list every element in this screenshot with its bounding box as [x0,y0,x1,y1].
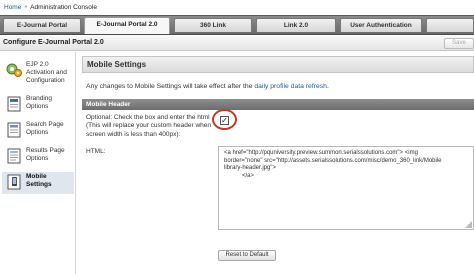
sidebar-item-results-page[interactable]: Results Page Options [2,146,74,170]
sidebar-item-label: Results Page Options [26,147,65,162]
html-line: <a href="http://pquniversity.preview.sum… [224,150,418,156]
tab-bar: E-Journal Portal E-Journal Portal 2.0 36… [0,15,474,35]
mobile-header-subheading: Mobile Header [82,99,474,110]
search-page-icon [7,122,21,138]
main-panel: Mobile Settings Any changes to Mobile Se… [82,52,474,274]
notice-text: Any changes to Mobile Settings will take… [86,83,253,90]
sidebar-item-mobile-settings[interactable]: Mobile Settings [2,172,74,194]
resize-handle[interactable] [465,221,472,228]
sidebar-item-label: EJP 2.0 Activation and Configuration [26,61,67,84]
highlight-ring [212,109,237,130]
mobile-device-icon [7,174,21,190]
html-line: border="none" src="http://assets.serials… [224,157,442,164]
tab-e-journal-portal[interactable]: E-Journal Portal [3,18,81,32]
breadcrumb-separator: » [24,4,28,10]
optional-instructions: Optional: Check the box and enter the ht… [86,114,211,138]
gear-icon [6,63,22,77]
breadcrumb-current: Administration Console [30,3,97,11]
sidebar-item-activation[interactable]: EJP 2.0 Activation and Configuration [2,60,74,92]
html-textarea[interactable]: <a href="http://pquniversity.preview.sum… [218,146,474,230]
tab-link-2[interactable]: Link 2.0 [256,18,336,32]
tab-e-journal-portal-2[interactable]: E-Journal Portal 2.0 [84,17,170,34]
html-label: HTML: [86,148,106,155]
sidebar-item-branding[interactable]: Branding Options [2,94,74,118]
tab-user-authentication[interactable]: User Authentication [340,18,422,32]
sidebar-item-label: Search Page Options [26,121,64,136]
profile-refresh-link[interactable]: daily profile data refresh [254,83,327,90]
refresh-notice: Any changes to Mobile Settings will take… [86,83,329,90]
sidebar-item-label: Mobile Settings [26,173,52,188]
sidebar-item-search-page[interactable]: Search Page Options [2,120,74,144]
html-line: library-header.jpg"> [224,165,276,172]
section-title: Mobile Settings [82,56,474,73]
tab-360-link[interactable]: 360 Link [174,18,252,32]
sidebar-item-label: Branding Options [26,95,53,110]
notice-end: . [326,83,329,90]
config-header: Configure E-Journal Portal 2.0 Save [0,36,474,51]
breadcrumb: Home » Administration Console [4,2,97,12]
results-page-icon [7,148,21,164]
tab-more[interactable] [426,18,474,32]
breadcrumb-home-link[interactable]: Home [4,4,21,11]
reset-to-default-button[interactable]: Reset to Default [218,250,276,261]
html-line: </a> [242,172,255,179]
save-button[interactable]: Save [444,38,474,49]
sidebar: EJP 2.0 Activation and Configuration Bra… [0,52,76,274]
branding-document-icon [7,96,21,112]
page-title: Configure E-Journal Portal 2.0 [3,39,104,46]
